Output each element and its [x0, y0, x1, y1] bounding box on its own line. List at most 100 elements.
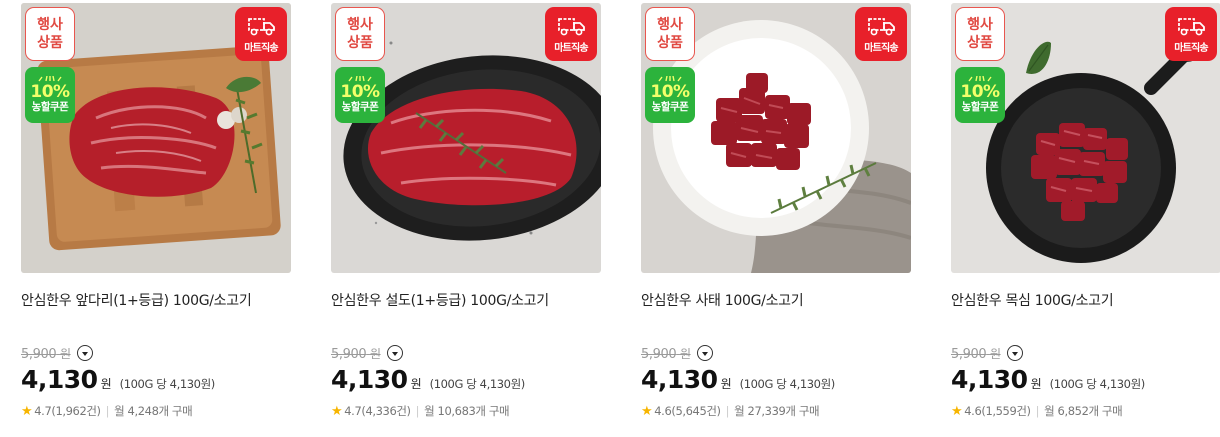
original-price-row: 5,900 원 [21, 344, 291, 362]
product-card[interactable]: 행사 상품 10% 농할쿠폰 마트직송 안심한우 사태 100G/소고기 5,9… [641, 3, 911, 419]
divider: | [415, 404, 420, 418]
product-title[interactable]: 안심한우 사태 100G/소고기 [641, 290, 911, 310]
rating-row: ★ 4.6 (5,645건) | 월 27,339개 구매 [641, 403, 911, 419]
chevron-down-icon[interactable] [1006, 345, 1023, 361]
sale-price-row: 4,130 원 (100G 당 4,130원) [331, 365, 601, 397]
rating-value: 4.7 [344, 404, 362, 418]
coupon-badge: 10% 농할쿠폰 [955, 67, 1005, 123]
rating-row: ★ 4.6 (1,559건) | 월 6,852개 구매 [951, 403, 1220, 419]
original-price-value: 5,900 [641, 346, 677, 362]
chevron-down-icon[interactable] [696, 345, 713, 361]
mart-delivery-label: 마트직송 [554, 42, 588, 54]
rating-value: 4.7 [34, 404, 52, 418]
product-image[interactable]: 행사 상품 10% 농할쿠폰 마트직송 [641, 3, 911, 273]
coupon-percent: 10% [960, 82, 1000, 102]
original-price-row: 5,900 원 [641, 344, 911, 362]
unit-price: (100G 당 4,130원) [739, 377, 836, 391]
product-card[interactable]: 행사 상품 10% 농할쿠폰 마트직송 안심한우 목심 100G/소고기 5,9… [951, 3, 1220, 419]
coupon-badge: 10% 농할쿠폰 [25, 67, 75, 123]
review-count[interactable]: (1,962건) [51, 403, 101, 419]
coupon-label: 농할쿠폰 [961, 101, 999, 113]
event-badge-line-2: 상품 [37, 35, 63, 51]
rating-value: 4.6 [964, 404, 982, 418]
sale-price-row: 4,130 원 (100G 당 4,130원) [641, 365, 911, 397]
product-card[interactable]: 행사 상품 10% 농할쿠폰 마트직송 안심한우 앞다리(1+등급) 100G/… [21, 3, 291, 419]
monthly-purchases: 월 27,339개 구매 [734, 404, 820, 418]
sale-price: 4,130 [331, 365, 408, 394]
event-badge-line-1: 행사 [967, 17, 993, 33]
original-price: 5,900 원 [951, 345, 1001, 362]
monthly-purchases: 월 4,248개 구매 [114, 404, 193, 418]
event-badge-line-1: 행사 [37, 17, 63, 33]
product-title[interactable]: 안심한우 앞다리(1+등급) 100G/소고기 [21, 290, 291, 310]
monthly-purchases: 월 10,683개 구매 [424, 404, 510, 418]
unit-price: (100G 당 4,130원) [1049, 377, 1146, 391]
original-price: 5,900 원 [641, 345, 691, 362]
sale-price-unit: 원 [100, 377, 112, 391]
event-product-badge: 행사 상품 [955, 7, 1005, 61]
product-image[interactable]: 행사 상품 10% 농할쿠폰 마트직송 [331, 3, 601, 273]
original-price-row: 5,900 원 [951, 344, 1220, 362]
mart-delivery-badge: 마트직송 [855, 7, 907, 61]
coupon-badge: 10% 농할쿠폰 [645, 67, 695, 123]
product-title[interactable]: 안심한우 목심 100G/소고기 [951, 290, 1220, 310]
star-icon: ★ [951, 403, 963, 419]
mart-delivery-label: 마트직송 [244, 42, 278, 54]
chevron-down-icon[interactable] [386, 345, 403, 361]
mart-delivery-badge: 마트직송 [545, 7, 597, 61]
star-icon: ★ [331, 403, 343, 419]
original-price: 5,900 원 [21, 345, 71, 362]
star-icon: ★ [21, 403, 33, 419]
product-grid: 행사 상품 10% 농할쿠폰 마트직송 안심한우 앞다리(1+등급) 100G/… [0, 0, 1220, 437]
unit-price: (100G 당 4,130원) [119, 377, 216, 391]
coupon-label: 농할쿠폰 [651, 101, 689, 113]
original-price: 5,900 원 [331, 345, 381, 362]
event-badge-line-1: 행사 [657, 17, 683, 33]
review-count[interactable]: (4,336건) [361, 403, 411, 419]
sale-price-unit: 원 [1030, 377, 1042, 391]
rating-row: ★ 4.7 (1,962건) | 월 4,248개 구매 [21, 403, 291, 419]
product-image[interactable]: 행사 상품 10% 농할쿠폰 마트직송 [21, 3, 291, 273]
divider: | [105, 404, 110, 418]
product-title[interactable]: 안심한우 설도(1+등급) 100G/소고기 [331, 290, 601, 310]
coupon-label: 농할쿠폰 [31, 101, 69, 113]
sale-price-unit: 원 [720, 377, 732, 391]
original-price-row: 5,900 원 [331, 344, 601, 362]
delivery-truck-icon [558, 17, 585, 35]
coupon-label: 농할쿠폰 [341, 101, 379, 113]
review-count[interactable]: (5,645건) [671, 403, 721, 419]
original-price-value: 5,900 [21, 346, 57, 362]
original-price-unit: 원 [989, 346, 1001, 361]
original-price-value: 5,900 [951, 346, 987, 362]
review-count[interactable]: (1,559건) [981, 403, 1031, 419]
product-card[interactable]: 행사 상품 10% 농할쿠폰 마트직송 안심한우 설도(1+등급) 100G/소… [331, 3, 601, 419]
divider: | [1035, 404, 1040, 418]
sale-price: 4,130 [951, 365, 1028, 394]
product-image[interactable]: 행사 상품 10% 농할쿠폰 마트직송 [951, 3, 1220, 273]
rating-row: ★ 4.7 (4,336건) | 월 10,683개 구매 [331, 403, 601, 419]
event-badge-line-2: 상품 [347, 35, 373, 51]
sale-price-unit: 원 [410, 377, 422, 391]
coupon-badge: 10% 농할쿠폰 [335, 67, 385, 123]
event-badge-line-1: 행사 [347, 17, 373, 33]
sale-price: 4,130 [641, 365, 718, 394]
mart-delivery-badge: 마트직송 [1165, 7, 1217, 61]
event-product-badge: 행사 상품 [25, 7, 75, 61]
delivery-truck-icon [868, 17, 895, 35]
mart-delivery-label: 마트직송 [864, 42, 898, 54]
original-price-unit: 원 [369, 346, 381, 361]
coupon-percent: 10% [650, 82, 690, 102]
delivery-truck-icon [1178, 17, 1205, 35]
unit-price: (100G 당 4,130원) [429, 377, 526, 391]
event-product-badge: 행사 상품 [645, 7, 695, 61]
divider: | [725, 404, 730, 418]
original-price-unit: 원 [679, 346, 691, 361]
coupon-percent: 10% [340, 82, 380, 102]
chevron-down-icon[interactable] [76, 345, 93, 361]
mart-delivery-label: 마트직송 [1174, 42, 1208, 54]
event-badge-line-2: 상품 [967, 35, 993, 51]
event-badge-line-2: 상품 [657, 35, 683, 51]
coupon-percent: 10% [30, 82, 70, 102]
sale-price-row: 4,130 원 (100G 당 4,130원) [951, 365, 1220, 397]
mart-delivery-badge: 마트직송 [235, 7, 287, 61]
